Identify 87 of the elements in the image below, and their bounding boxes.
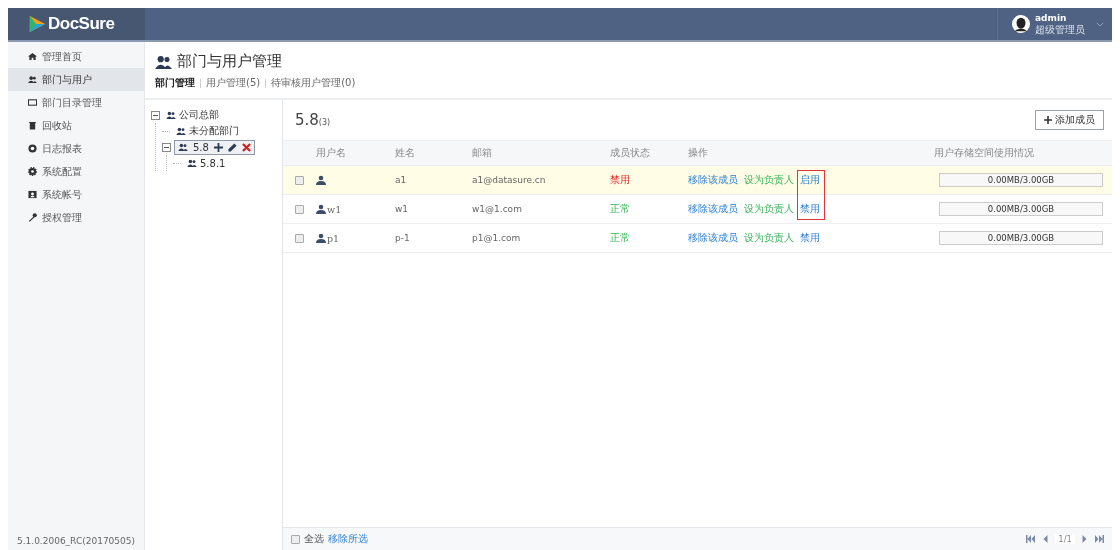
page-indicator: 1/1 <box>1055 534 1075 544</box>
pencil-icon[interactable] <box>227 142 237 152</box>
sidebar-item[interactable]: 授权管理 <box>8 206 144 229</box>
collapse-icon[interactable] <box>151 110 160 120</box>
tree-node[interactable]: 公司总部 <box>163 107 222 123</box>
users-icon <box>187 159 197 167</box>
avatar-icon <box>1012 15 1030 33</box>
users-icon <box>155 54 172 69</box>
tab[interactable]: 用户管理(5) <box>206 76 261 90</box>
add-icon[interactable] <box>213 142 223 152</box>
action-link[interactable]: 移除该成员 <box>688 202 738 216</box>
table-cell-text: w1 <box>395 204 410 214</box>
table-cell-text: w1@1.com <box>472 204 523 214</box>
column-header: 用户名 <box>316 146 347 160</box>
table-row[interactable]: a1 a1@datasure.cn 禁用 移除该成员 设为负责人 启用 0.00MB/3.00GB <box>283 166 1112 195</box>
table-row[interactable]: w1 w1 w1@1.com 正常 移除该成员 设为负责人 禁用 0.00MB/3.00GB <box>283 195 1112 224</box>
toggle-link[interactable]: 禁用 <box>800 231 820 245</box>
column-header: 姓名 <box>395 146 416 160</box>
sidebar-item[interactable]: 部门目录管理 <box>8 91 144 114</box>
checkbox[interactable] <box>291 534 300 544</box>
action-link[interactable]: 移除该成员 <box>688 173 738 187</box>
usage-bar: 0.00MB/3.00GB <box>939 231 1103 245</box>
play-logo-icon <box>28 15 46 33</box>
column-header: 操作 <box>688 146 709 160</box>
column-header: 邮箱 <box>472 146 493 160</box>
toggle-link[interactable]: 禁用 <box>800 202 820 216</box>
version-text: 5.1.0.2006_RC(20170505) <box>15 536 137 548</box>
delete-icon[interactable] <box>241 142 251 152</box>
remove-selected-link[interactable]: 移除所选 <box>328 532 368 546</box>
action-link[interactable]: 移除该成员 <box>688 231 738 245</box>
select-all-label: 全选 <box>304 532 324 546</box>
next-page-icon[interactable] <box>1082 535 1087 543</box>
tree-node[interactable]: 未分配部门 <box>173 123 242 139</box>
toggle-link[interactable]: 启用 <box>800 173 820 187</box>
tab[interactable]: 部门管理 <box>155 76 195 90</box>
id-card-icon <box>28 190 37 199</box>
sidebar-item[interactable]: 管理首页 <box>8 45 144 68</box>
caret-icon <box>1096 21 1104 27</box>
settings-icon <box>28 167 37 176</box>
clock-icon <box>28 144 37 153</box>
tree-node[interactable]: 5.8 <box>174 139 255 155</box>
usage-bar: 0.00MB/3.00GB <box>939 173 1103 187</box>
sidebar-item[interactable]: 回收站 <box>8 114 144 137</box>
sidebar-item[interactable]: 日志报表 <box>8 137 144 160</box>
table-cell: w1 <box>327 203 342 215</box>
member-count: (3) <box>318 118 331 127</box>
user-icon <box>316 204 326 214</box>
user-icon <box>316 233 326 243</box>
tab[interactable]: 待审核用户管理(0) <box>271 76 356 90</box>
status-text: 正常 <box>610 231 631 245</box>
table-cell-text: p-1 <box>395 233 411 243</box>
sidebar-item[interactable]: 系统帐号 <box>8 183 144 206</box>
add-member-button[interactable]: 添加成员 <box>1035 110 1104 130</box>
page-title: 部门与用户管理 <box>177 52 282 71</box>
sidebar-item[interactable]: 部门与用户 <box>8 68 144 91</box>
last-page-icon[interactable] <box>1094 535 1104 543</box>
table-row[interactable]: p1 p-1 p1@1.com 正常 移除该成员 设为负责人 禁用 0.00MB/3.00GB <box>283 224 1112 253</box>
status-text: 正常 <box>610 202 631 216</box>
table-cell-text: a1 <box>395 175 408 185</box>
user-menu[interactable]: admin 超级管理员 <box>997 8 1112 40</box>
user-icon <box>316 175 326 185</box>
users-icon <box>176 127 186 135</box>
home-icon <box>28 52 37 61</box>
column-header: 成员状态 <box>610 146 651 160</box>
checkbox[interactable] <box>295 175 304 185</box>
trash-icon <box>28 121 37 130</box>
folder-icon <box>28 98 37 107</box>
add-icon <box>1044 116 1052 124</box>
table-cell-text: a1@datasure.cn <box>472 175 547 185</box>
usage-bar: 0.00MB/3.00GB <box>939 202 1103 216</box>
key-icon <box>28 213 37 222</box>
checkbox[interactable] <box>295 204 304 214</box>
first-page-icon[interactable] <box>1026 535 1037 543</box>
table-cell-text: p1@1.com <box>472 233 522 243</box>
status-text: 禁用 <box>610 173 631 187</box>
users-icon <box>178 143 188 151</box>
tree-node[interactable]: 5.8.1 <box>184 156 229 170</box>
previous-page-icon[interactable] <box>1043 535 1049 543</box>
collapse-icon[interactable] <box>162 142 171 152</box>
sidebar-item[interactable]: 系统配置 <box>8 160 144 183</box>
users-icon <box>166 111 176 119</box>
column-header: 用户存储空间使用情况 <box>934 146 1035 160</box>
checkbox[interactable] <box>295 233 304 243</box>
department-title: 5.8 <box>295 111 319 129</box>
logo-text: DocSure <box>48 14 115 34</box>
table-cell: p1 <box>327 232 340 244</box>
users-icon <box>28 75 37 84</box>
